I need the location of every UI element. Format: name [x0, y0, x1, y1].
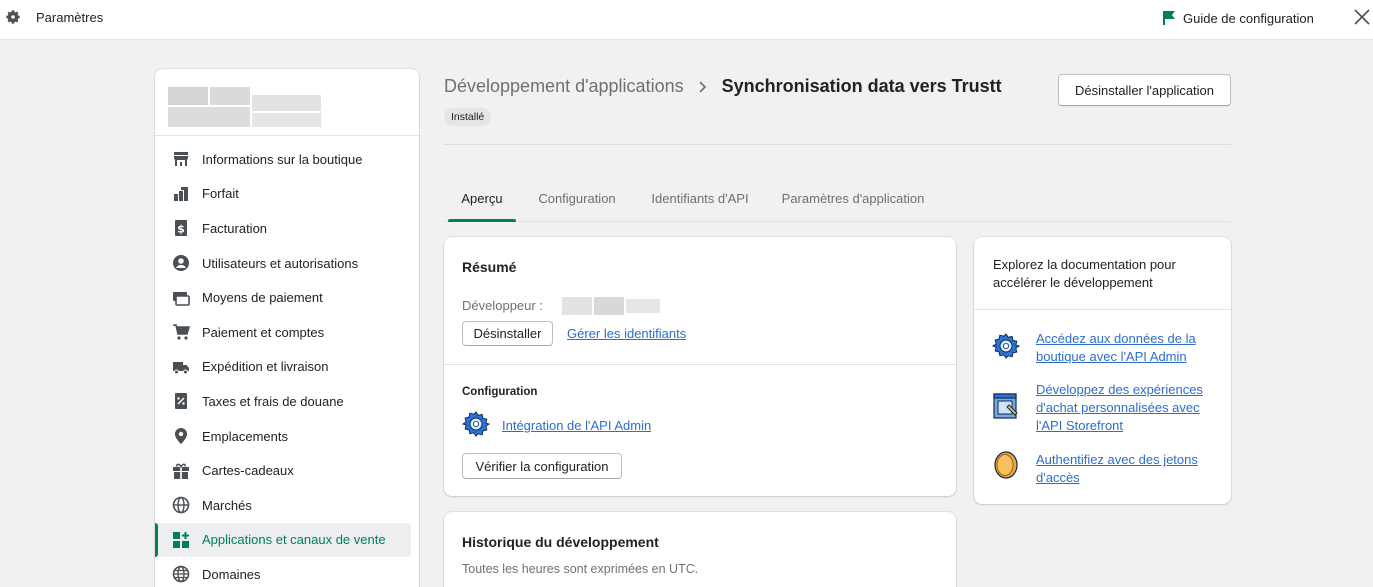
header-divider	[444, 144, 1231, 145]
sidebar-item-store-info[interactable]: Informations sur la boutique	[155, 142, 419, 177]
sidebar-item-shipping[interactable]: Expédition et livraison	[155, 350, 419, 385]
uninstall-app-button[interactable]: Désinstaller l'application	[1058, 74, 1231, 106]
history-title: Historique du développement	[462, 534, 659, 550]
svg-text:$: $	[177, 223, 185, 236]
top-bar: Paramètres Guide de configuration	[0, 0, 1373, 40]
summary-title: Résumé	[462, 259, 517, 275]
summary-divider	[444, 364, 956, 365]
domain-globe-icon	[172, 566, 190, 583]
tab-overview[interactable]: Aperçu	[448, 180, 516, 222]
admin-api-integration-link[interactable]: Intégration de l'API Admin	[502, 417, 651, 435]
sidebar-item-label: Taxes et frais de douane	[202, 393, 344, 409]
cart-icon	[173, 324, 190, 340]
token-coin-icon	[994, 451, 1018, 479]
docs-link-access-tokens[interactable]: Authentifiez avec des jetons d'accès	[1036, 451, 1216, 487]
history-subtitle: Toutes les heures sont exprimées en UTC.	[462, 562, 699, 576]
sidebar-item-label: Marchés	[202, 497, 252, 513]
gift-icon	[173, 463, 189, 479]
apps-icon	[173, 531, 189, 548]
sidebar-item-label: Moyens de paiement	[202, 290, 323, 306]
sidebar-item-markets[interactable]: Marchés	[155, 488, 419, 523]
sidebar-item-domains[interactable]: Domaines	[155, 557, 419, 587]
user-circle-icon	[173, 255, 189, 272]
page-title: Synchronisation data vers Trustt	[721, 76, 1002, 96]
sidebar-item-label: Cartes-cadeaux	[202, 463, 294, 479]
configuration-heading: Configuration	[462, 386, 538, 398]
development-history-card: Historique du développement Toutes les h…	[444, 512, 956, 587]
sidebar-item-taxes[interactable]: Taxes et frais de douane	[155, 384, 419, 419]
store-name-blurred	[168, 85, 321, 129]
developer-name-blurred	[562, 297, 660, 315]
gear-api-icon	[991, 333, 1021, 359]
flag-icon	[1163, 11, 1175, 25]
uninstall-button[interactable]: Désinstaller	[462, 321, 553, 346]
summary-card: Résumé Développeur : Désinstaller Gérer …	[444, 237, 956, 496]
sidebar-item-label: Utilisateurs et autorisations	[202, 255, 359, 271]
storefront-window-icon	[993, 393, 1018, 419]
location-pin-icon	[175, 428, 187, 445]
breadcrumb-app-development[interactable]: Développement d'applications	[444, 76, 684, 97]
sidebar-item-users[interactable]: Utilisateurs et autorisations	[155, 246, 419, 281]
docs-link-admin-api[interactable]: Accédez aux données de la boutique avec …	[1036, 330, 1216, 366]
settings-sidebar: Informations sur la boutique Forfait $ F…	[155, 69, 419, 587]
documentation-card: Explorez la documentation pour accélérer…	[974, 237, 1231, 504]
setup-guide-button[interactable]: Guide de configuration	[1162, 9, 1314, 27]
tab-api-credentials[interactable]: Identifiants d'API	[648, 180, 752, 221]
store-icon	[174, 152, 188, 167]
settings-gear-icon	[6, 10, 20, 24]
breadcrumb: Développement d'applications Synchronisa…	[444, 76, 1002, 97]
sidebar-item-billing[interactable]: $ Facturation	[155, 211, 419, 246]
verify-configuration-button[interactable]: Vérifier la configuration	[462, 453, 622, 479]
sidebar-item-plan[interactable]: Forfait	[155, 177, 419, 212]
sidebar-item-label: Expédition et livraison	[202, 359, 329, 375]
sidebar-item-label: Facturation	[202, 220, 268, 236]
docs-intro: Explorez la documentation pour accélérer…	[993, 257, 1176, 290]
plan-icon	[174, 186, 188, 201]
sidebar-item-label: Emplacements	[202, 428, 288, 444]
chevron-right-icon	[699, 80, 706, 93]
close-icon[interactable]	[1352, 7, 1372, 27]
payment-card-icon	[173, 291, 190, 306]
globe-icon	[172, 496, 190, 514]
admin-api-gear-icon	[461, 411, 491, 437]
tab-bar: Aperçu Configuration Identifiants d'API …	[444, 180, 1231, 222]
sidebar-item-label: Paiement et comptes	[202, 324, 325, 340]
tab-app-settings[interactable]: Paramètres d'application	[780, 180, 926, 221]
sidebar-item-apps-sales-channels[interactable]: Applications et canaux de vente	[155, 522, 411, 558]
sidebar-nav: Informations sur la boutique Forfait $ F…	[155, 142, 419, 587]
sidebar-item-label: Forfait	[202, 186, 239, 202]
truck-icon	[173, 361, 189, 375]
sidebar-item-locations[interactable]: Emplacements	[155, 419, 419, 454]
settings-title: Paramètres	[36, 10, 104, 25]
docs-divider	[974, 309, 1231, 310]
billing-icon: $	[175, 220, 187, 237]
status-badge: Installé	[444, 108, 492, 126]
sidebar-item-label: Domaines	[202, 566, 261, 582]
sidebar-item-checkout[interactable]: Paiement et comptes	[155, 315, 419, 350]
setup-guide-label: Guide de configuration	[1183, 10, 1314, 26]
sidebar-item-label: Applications et canaux de vente	[202, 532, 386, 548]
tab-configuration[interactable]: Configuration	[534, 180, 620, 221]
sidebar-divider	[155, 135, 419, 136]
tax-icon	[175, 393, 187, 410]
sidebar-item-label: Informations sur la boutique	[202, 151, 363, 167]
docs-link-storefront-api[interactable]: Développez des expériences d'achat perso…	[1036, 381, 1216, 435]
developer-label: Développeur :	[462, 298, 543, 313]
sidebar-item-gift-cards[interactable]: Cartes-cadeaux	[155, 453, 419, 488]
sidebar-item-payments[interactable]: Moyens de paiement	[155, 280, 419, 315]
manage-credentials-link[interactable]: Gérer les identifiants	[567, 325, 686, 343]
